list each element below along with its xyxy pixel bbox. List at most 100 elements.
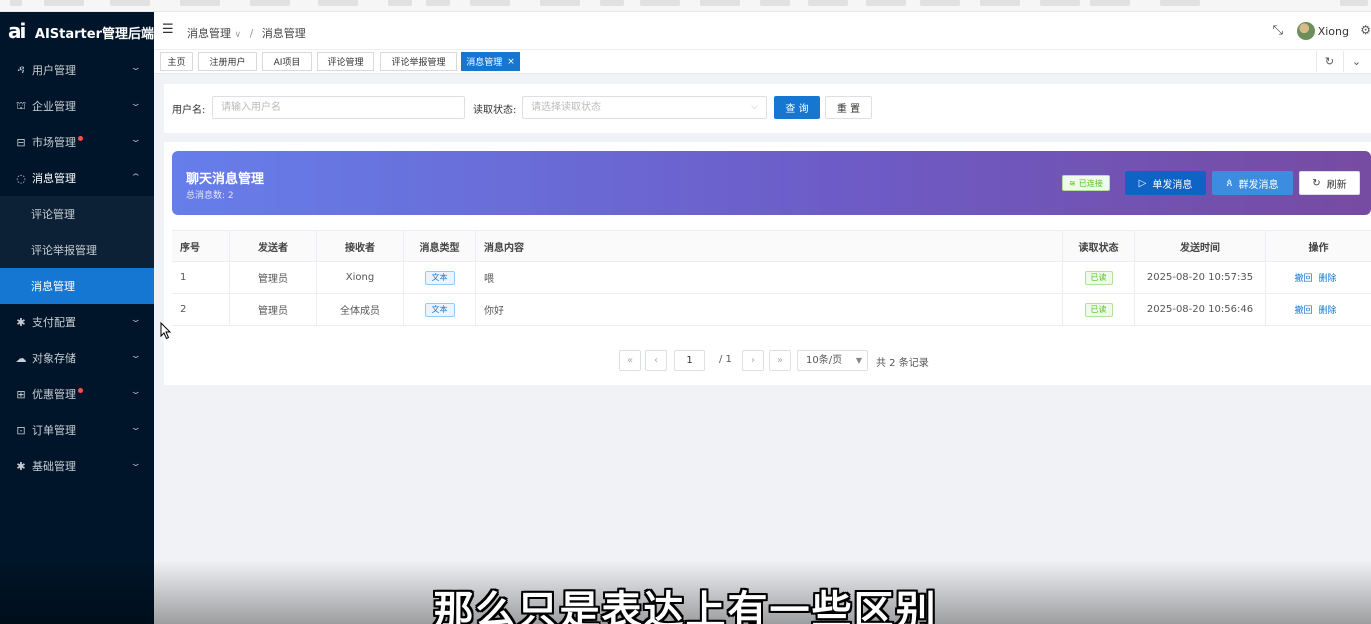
last-page-button[interactable]: » — [769, 350, 791, 371]
column-header: 操作 — [1308, 242, 1329, 254]
total-records: 共 2 条记录 — [876, 358, 929, 369]
sidebar-subitem-comment-management[interactable]: 评论管理 — [0, 196, 154, 232]
chat-message-banner: 聊天消息管理 总消息数: 2 ≋ 已连接 ▷ 单发消息 ጰ 群发消息 ↻ 刷新 — [172, 151, 1371, 215]
next-page-button[interactable]: › — [742, 350, 764, 371]
message-table: 序号 发送者 接收者 消息类型 消息内容 读取状态 发送时间 操作 1 管理员 … — [172, 230, 1371, 326]
tab-label: 注册用户 — [209, 58, 246, 68]
sidebar-item-label: 用户管理 — [32, 64, 76, 77]
sidebar-item-payment-config[interactable]: ✱ 支付配置 ⌄ — [0, 304, 154, 340]
sidebar-item-label: 消息管理 — [32, 172, 76, 185]
banner-title: 聊天消息管理 — [186, 172, 265, 187]
sidebar-item-label: 订单管理 — [32, 424, 76, 437]
cell-type: 文本 — [404, 262, 476, 293]
tab-home[interactable]: 主页 — [160, 52, 193, 71]
users-icon: ጰ — [1226, 177, 1233, 189]
sidebar-item-label: 支付配置 — [32, 316, 76, 329]
chevron-down-icon: ⌄ — [130, 135, 143, 145]
avatar[interactable] — [1297, 22, 1315, 40]
read-status-select[interactable]: 请选择读取状态 ⌵ — [522, 96, 767, 119]
sidebar-subitem-comment-report-management[interactable]: 评论举报管理 — [0, 232, 154, 268]
search-form: 用户名: 请输入用户名 读取状态: 请选择读取状态 ⌵ 查 询 重 置 — [164, 84, 1371, 133]
refresh-tab-icon[interactable]: ↻ — [1316, 51, 1342, 72]
gear-icon[interactable]: ⚙ — [1360, 23, 1371, 37]
tab-comment-report-management[interactable]: 评论举报管理 — [380, 52, 457, 71]
chevron-down-icon[interactable]: ⌄ — [1343, 51, 1369, 72]
tab-label: 评论管理 — [327, 58, 364, 68]
sidebar-item-market-management[interactable]: ⊟ 市场管理 ⌄ — [0, 124, 154, 160]
tab-message-management[interactable]: 消息管理 × — [461, 52, 520, 71]
menu-fold-icon[interactable]: ☰ — [162, 22, 174, 37]
first-page-button[interactable]: « — [619, 350, 641, 371]
tab-ai-projects[interactable]: AI项目 — [262, 52, 312, 71]
fullscreen-icon[interactable]: ⤡ — [1273, 23, 1283, 38]
settings-icon: ✱ — [16, 315, 26, 329]
username[interactable]: Xiong — [1318, 25, 1349, 38]
gift-icon: ⊞ — [16, 387, 26, 401]
pagination: « ‹ 1 / 1 › » 10条/页 ▼ 共 2 条记录 — [619, 350, 939, 372]
page-size-select[interactable]: 10条/页 ▼ — [797, 350, 868, 371]
sidebar-item-object-storage[interactable]: ☁ 对象存储 ⌄ — [0, 340, 154, 376]
sidebar-item-user-management[interactable]: ዳ 用户管理 ⌄ — [0, 52, 154, 88]
read-status-label: 读取状态: — [473, 105, 517, 116]
send-icon: ▷ — [1138, 177, 1147, 189]
query-button[interactable]: 查 询 — [774, 96, 820, 119]
video-caption: 那么只是表达上有一些区别 — [433, 588, 938, 624]
chevron-down-icon: ⌄ — [130, 459, 143, 469]
cell-content: 你好 — [476, 294, 1063, 325]
total-pages: / 1 — [719, 354, 732, 365]
cell-index: 1 — [172, 262, 230, 293]
breadcrumb-separator: / — [249, 27, 254, 40]
breadcrumb-item[interactable]: 消息管理 — [187, 27, 231, 40]
revoke-link[interactable]: 撤回 — [1294, 303, 1312, 316]
read-status-tag: 已读 — [1084, 302, 1113, 317]
chevron-down-icon: ∨ — [234, 30, 242, 40]
close-icon[interactable]: × — [507, 57, 515, 67]
single-send-button[interactable]: ▷ 单发消息 — [1125, 171, 1206, 195]
table-header-row: 序号 发送者 接收者 消息类型 消息内容 读取状态 发送时间 操作 — [172, 231, 1371, 262]
chevron-down-icon: ⌄ — [130, 63, 143, 73]
cell-receiver: Xiong — [317, 262, 404, 293]
table-row: 2 管理员 全体成员 文本 你好 已读 2025-08-20 10:56:46 … — [172, 294, 1371, 326]
column-header: 消息内容 — [476, 231, 1063, 261]
order-icon: ⊡ — [16, 423, 26, 437]
tab-registered-users[interactable]: 注册用户 — [198, 52, 257, 71]
sidebar-item-order-management[interactable]: ⊡ 订单管理 ⌄ — [0, 412, 154, 448]
reset-button[interactable]: 重 置 — [825, 96, 872, 119]
delete-link[interactable]: 删除 — [1319, 303, 1337, 316]
sidebar-subitem-message-management[interactable]: 消息管理 — [0, 268, 154, 304]
sidebar-item-discount-management[interactable]: ⊞ 优惠管理 ⌄ — [0, 376, 154, 412]
sidebar-item-enterprise-management[interactable]: ⛫ 企业管理 ⌄ — [0, 88, 154, 124]
connection-status-badge: ≋ 已连接 — [1062, 175, 1110, 191]
bank-icon: ⛫ — [15, 98, 27, 112]
gear-icon: ✱ — [16, 459, 26, 473]
sidebar-item-label: 基础管理 — [32, 460, 76, 473]
delete-link[interactable]: 删除 — [1319, 271, 1337, 284]
chevron-down-icon: ⌄ — [130, 351, 143, 361]
ai-logo-icon: ai — [8, 19, 26, 43]
page-number-input[interactable]: 1 — [674, 350, 705, 371]
sidebar-item-message-management[interactable]: ◌ 消息管理 ⌃ — [0, 160, 154, 196]
cell-time: 2025-08-20 10:57:35 — [1135, 262, 1266, 293]
sidebar-item-basic-management[interactable]: ✱ 基础管理 ⌄ — [0, 448, 154, 484]
app-title: AIStarter管理后端 — [34, 26, 154, 42]
store-icon: ⊟ — [16, 135, 26, 149]
username-input[interactable]: 请输入用户名 — [212, 96, 465, 119]
top-header: ☰ 消息管理 ∨ / 消息管理 ⤡ Xiong ⚙ — [154, 12, 1371, 50]
tab-label: AI项目 — [273, 58, 301, 68]
prev-page-button[interactable]: ‹ — [645, 350, 667, 371]
table-row: 1 管理员 Xiong 文本 喂 已读 2025-08-20 10:57:35 … — [172, 262, 1371, 294]
user-icon: ዳ — [17, 63, 25, 76]
sidebar-item-label: 企业管理 — [32, 100, 76, 113]
read-status-tag: 已读 — [1084, 270, 1113, 285]
revoke-link[interactable]: 撤回 — [1294, 271, 1312, 284]
group-send-button[interactable]: ጰ 群发消息 — [1212, 171, 1293, 195]
logo[interactable]: ai AIStarter管理后端 — [0, 12, 154, 52]
refresh-button[interactable]: ↻ 刷新 — [1299, 171, 1360, 195]
notification-dot — [78, 387, 83, 393]
cell-receiver: 全体成员 — [317, 294, 404, 325]
cell-status: 已读 — [1063, 262, 1135, 293]
browser-bookmarks-bar — [0, 0, 1371, 12]
cell-actions: 撤回 删除 — [1266, 294, 1371, 325]
mouse-cursor-icon — [160, 322, 172, 340]
tab-comment-management[interactable]: 评论管理 — [317, 52, 374, 71]
